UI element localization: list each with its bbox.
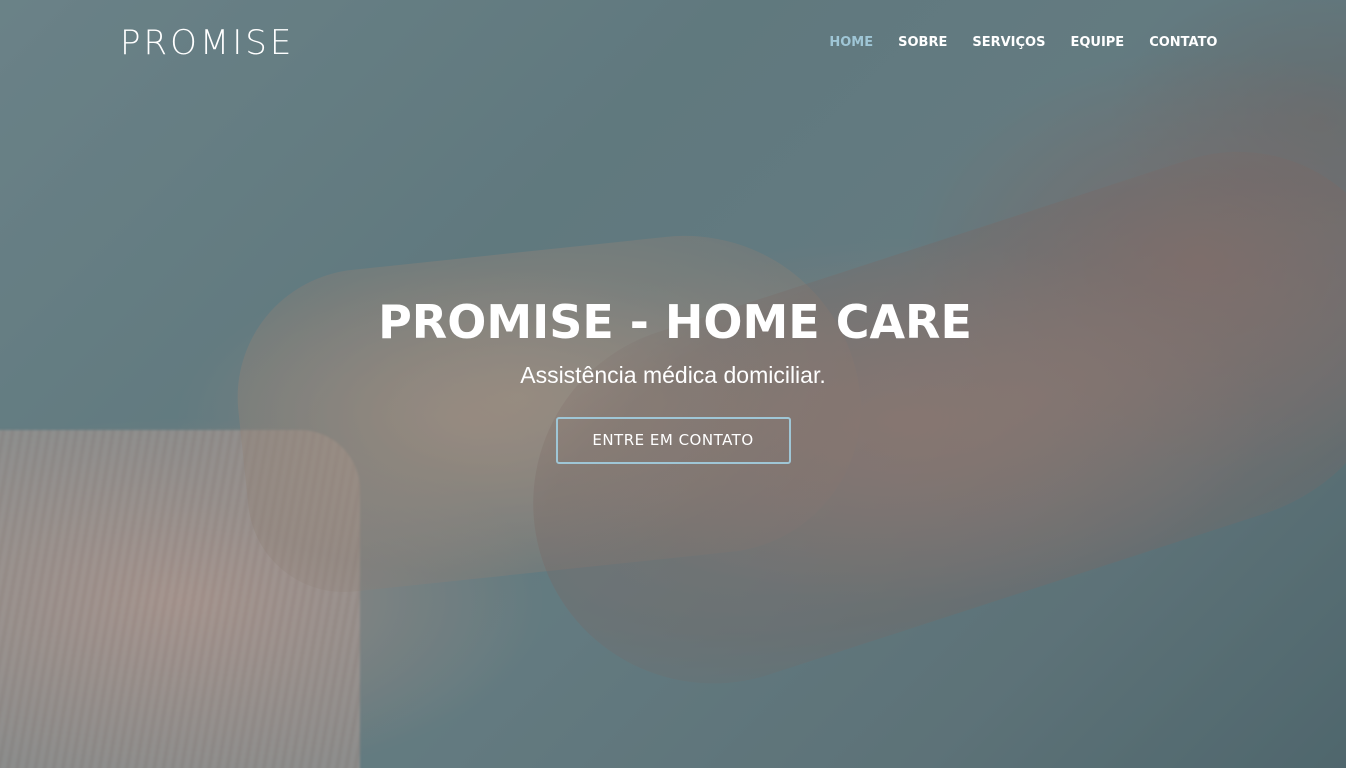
nav-item-equipe: EQUIPE	[1058, 33, 1137, 53]
nav-item-home: HOME	[817, 33, 886, 53]
hero-section: PROMISE HOME SOBRE SERVIÇOS EQUIPE CONTA…	[0, 0, 1346, 768]
hero-content: PROMISE - HOME CARE Assistência médica d…	[0, 290, 1346, 464]
navbar: PROMISE HOME SOBRE SERVIÇOS EQUIPE CONTA…	[0, 0, 1346, 86]
nav-item-contato: CONTATO	[1137, 33, 1230, 53]
brand-logo[interactable]: PROMISE	[120, 22, 294, 64]
hero-title: PROMISE - HOME CARE	[378, 295, 972, 349]
nav-item-servicos: SERVIÇOS	[960, 33, 1058, 53]
hero-subtitle: Assistência médica domiciliar.	[520, 362, 826, 388]
nav-link-servicos[interactable]: SERVIÇOS	[960, 33, 1058, 53]
main-nav: HOME SOBRE SERVIÇOS EQUIPE CONTATO	[817, 33, 1230, 53]
nav-link-home[interactable]: HOME	[817, 33, 886, 53]
nav-link-contato[interactable]: CONTATO	[1137, 33, 1230, 53]
nav-link-equipe[interactable]: EQUIPE	[1058, 33, 1137, 53]
nav-link-sobre[interactable]: SOBRE	[886, 33, 960, 53]
contact-cta-button[interactable]: ENTRE EM CONTATO	[555, 417, 791, 464]
nav-item-sobre: SOBRE	[886, 33, 960, 53]
